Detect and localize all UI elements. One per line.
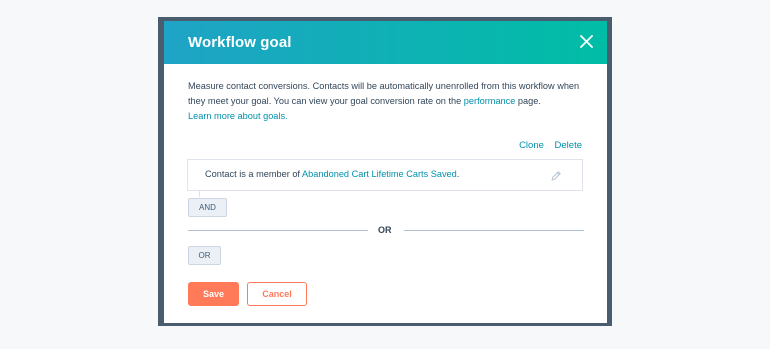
modal-header: Workflow goal xyxy=(164,21,607,64)
filter-suffix: . xyxy=(456,169,460,179)
clone-button[interactable]: Clone xyxy=(519,140,544,151)
divider-line-right xyxy=(404,230,584,231)
filter-criteria: Contact is a member of Abandoned Cart Li… xyxy=(205,169,459,179)
performance-link[interactable]: performance xyxy=(464,96,516,106)
and-button[interactable]: AND xyxy=(188,198,227,217)
divider-line-left xyxy=(188,230,368,231)
list-link[interactable]: Abandoned Cart Lifetime Carts Saved xyxy=(302,169,457,179)
filter-connector xyxy=(199,191,200,197)
learn-more-link[interactable]: Learn more about goals. xyxy=(188,111,288,121)
pencil-icon[interactable] xyxy=(550,169,562,181)
workflow-goal-dialog: Workflow goal Measure contact conversion… xyxy=(164,21,607,323)
or-divider-label: OR xyxy=(378,225,392,235)
filter-prefix: Contact is a member of xyxy=(205,169,303,179)
goal-actions: Clone Delete xyxy=(511,140,582,151)
close-icon[interactable] xyxy=(580,35,593,48)
goal-filter-card[interactable]: Contact is a member of Abandoned Cart Li… xyxy=(187,159,583,191)
or-button[interactable]: OR xyxy=(188,246,221,265)
description-text-end: page. xyxy=(515,96,541,106)
cancel-button[interactable]: Cancel xyxy=(247,282,307,306)
delete-button[interactable]: Delete xyxy=(555,140,582,151)
save-button[interactable]: Save xyxy=(188,282,239,306)
goal-description: Measure contact conversions. Contacts wi… xyxy=(188,79,588,124)
modal-title: Workflow goal xyxy=(188,34,292,51)
